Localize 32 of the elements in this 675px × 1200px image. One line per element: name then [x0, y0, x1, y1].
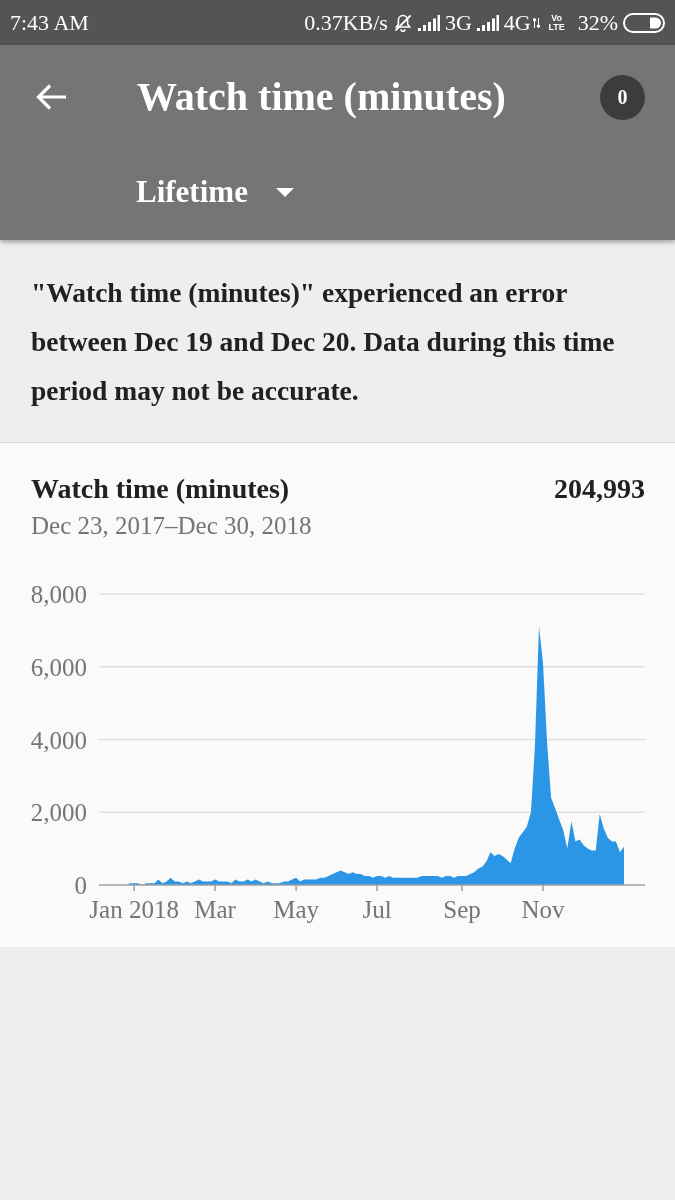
- x-axis-label: Jul: [362, 896, 392, 923]
- error-message: "Watch time (minutes)" experienced an error between Dec 19 and Dec 20. Data during this time period may not be accurate.: [31, 276, 616, 408]
- x-axis-label: Jan 2018: [89, 896, 179, 923]
- x-axis-label: Nov: [521, 896, 565, 923]
- signal-icon: [417, 14, 440, 31]
- back-arrow-icon: [35, 83, 67, 111]
- bell-off-icon: [392, 12, 413, 33]
- y-axis-label: 6,000: [30, 653, 87, 681]
- battery-icon: [623, 12, 665, 33]
- back-button[interactable]: [35, 83, 67, 111]
- y-axis-label: 0: [74, 872, 87, 899]
- screen-title: Watch time (minutes): [137, 74, 506, 120]
- signal-icon: [476, 14, 499, 31]
- metric-total: 204,993: [554, 474, 645, 504]
- x-axis-label: Mar: [194, 896, 236, 923]
- network-speed: 0.37KB/s: [304, 9, 388, 36]
- y-axis-label: 2,000: [30, 799, 87, 827]
- caret-icon: [275, 187, 294, 197]
- x-axis-label: May: [273, 896, 319, 923]
- data-arrows-icon: [532, 17, 540, 28]
- network-type: 4G: [503, 9, 531, 36]
- volte-label: Vo LTE: [547, 13, 566, 32]
- period-dropdown[interactable]: Lifetime: [136, 173, 294, 211]
- x-axis-label: Sep: [443, 896, 481, 923]
- date-range: Dec 23, 2017–Dec 30, 2018: [31, 512, 312, 540]
- metric-title: Watch time (minutes): [31, 474, 290, 504]
- clock-time: 7:43 AM: [10, 9, 89, 36]
- network-type: 3G: [444, 9, 472, 36]
- battery-percent: 32%: [577, 9, 618, 36]
- y-axis-label: 4,000: [30, 726, 87, 754]
- y-axis-label: 8,000: [30, 581, 87, 608]
- notification-badge[interactable]: 0: [600, 74, 645, 120]
